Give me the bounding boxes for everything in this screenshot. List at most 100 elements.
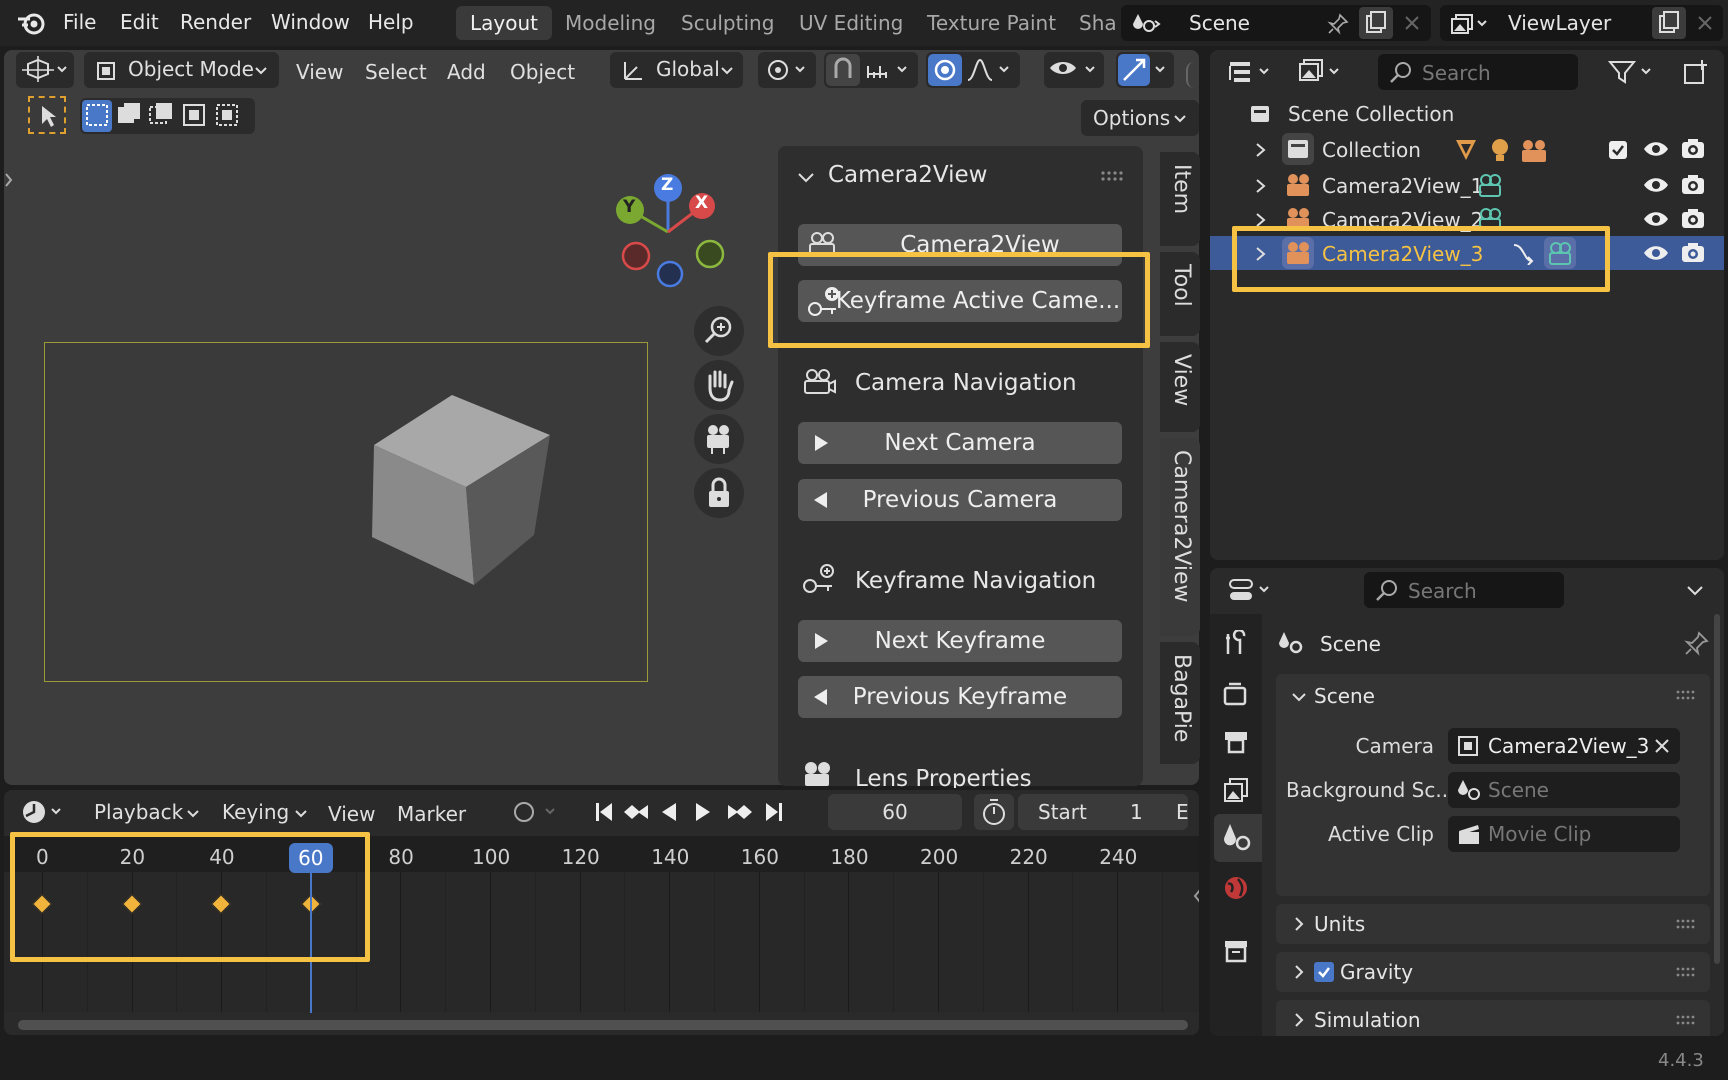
chevron-left-icon[interactable] xyxy=(1192,886,1199,906)
sidebar-tab-tool[interactable]: Tool xyxy=(1160,252,1200,336)
gravity-section[interactable]: Gravity xyxy=(1276,952,1710,992)
new-viewlayer-icon[interactable] xyxy=(1652,7,1686,39)
camera-view-icon[interactable] xyxy=(694,414,744,464)
next-keyframe-button[interactable]: Next Keyframe xyxy=(798,620,1122,662)
properties-editor-type-button[interactable] xyxy=(1220,572,1282,608)
render-tab-icon[interactable] xyxy=(1222,680,1250,708)
drag-handle-icon[interactable] xyxy=(1100,170,1126,182)
tab-shading[interactable]: Sha xyxy=(1065,6,1115,40)
menu-add[interactable]: Add xyxy=(447,60,486,84)
outliner-row-camera[interactable]: Camera2View_1 xyxy=(1210,168,1724,202)
proportional-edit-dropdown[interactable] xyxy=(926,52,1020,88)
next-camera-button[interactable]: Next Camera xyxy=(798,422,1122,464)
collection-tab-icon[interactable] xyxy=(1222,936,1250,964)
chevron-down-icon[interactable] xyxy=(1290,688,1308,706)
close-icon[interactable] xyxy=(1652,736,1672,756)
outliner-search-input[interactable]: Search xyxy=(1378,54,1578,90)
background-scene-field[interactable]: Scene xyxy=(1448,772,1680,808)
menu-view[interactable]: View xyxy=(296,60,343,84)
properties-scrollbar[interactable] xyxy=(1714,614,1720,964)
toolbar-expand-icon[interactable] xyxy=(4,170,14,190)
new-collection-button[interactable] xyxy=(1678,54,1714,90)
eye-icon[interactable] xyxy=(1642,243,1670,263)
properties-editor[interactable]: Search Scene Scene Camera Camera2View_3 … xyxy=(1210,568,1724,1036)
gravity-checkbox[interactable] xyxy=(1314,962,1334,982)
camera-field[interactable]: Camera2View_3 xyxy=(1448,728,1680,764)
scene-selector[interactable]: Scene xyxy=(1121,5,1431,41)
render-camera-icon[interactable] xyxy=(1680,241,1706,265)
menu-file[interactable]: File xyxy=(63,10,96,34)
sidebar-tab-bagapie[interactable]: BagaPie xyxy=(1160,642,1200,764)
lock-icon[interactable] xyxy=(694,468,744,518)
zoom-icon[interactable] xyxy=(694,306,744,356)
outliner-row-collection[interactable]: Collection xyxy=(1210,132,1724,166)
drag-handle-icon[interactable] xyxy=(1676,919,1698,929)
viewlayer-selector[interactable]: ViewLayer xyxy=(1440,5,1723,41)
editor-type-button[interactable] xyxy=(16,52,74,88)
render-camera-icon[interactable] xyxy=(1680,173,1706,197)
checkbox-icon[interactable] xyxy=(1608,140,1628,160)
active-clip-field[interactable]: Movie Clip xyxy=(1448,816,1680,852)
chevron-right-icon[interactable] xyxy=(1254,177,1268,195)
visibility-dropdown[interactable] xyxy=(1044,52,1104,88)
eye-icon[interactable] xyxy=(1642,209,1670,229)
sidebar-tab-view[interactable]: View xyxy=(1160,342,1200,432)
properties-search-input[interactable]: Search xyxy=(1364,572,1564,608)
drag-handle-icon[interactable] xyxy=(1676,967,1698,977)
display-mode-dropdown[interactable] xyxy=(1290,54,1352,90)
world-tab-icon[interactable] xyxy=(1222,874,1250,902)
cube-mesh[interactable] xyxy=(364,395,564,610)
object-mode-dropdown[interactable]: Object Mode xyxy=(84,52,279,88)
pin-icon[interactable] xyxy=(1684,630,1710,656)
timeline-editor[interactable]: Playback Keying View Marker 60 Start 1 E… xyxy=(4,790,1199,1035)
pin-icon[interactable] xyxy=(1327,13,1349,35)
sidebar-tab-camera2view[interactable]: Camera2View xyxy=(1160,438,1200,636)
menu-window[interactable]: Window xyxy=(271,10,350,34)
outliner-editor-type-button[interactable] xyxy=(1220,54,1282,90)
units-section[interactable]: Units xyxy=(1276,904,1710,944)
tab-texture-paint[interactable]: Texture Paint xyxy=(913,6,1070,40)
drag-handle-icon[interactable] xyxy=(1676,690,1698,700)
options-dropdown[interactable]: Options xyxy=(1081,100,1199,136)
menu-render[interactable]: Render xyxy=(180,10,251,34)
pan-hand-icon[interactable] xyxy=(694,360,744,410)
chevron-right-icon[interactable] xyxy=(1254,141,1268,159)
menu-help[interactable]: Help xyxy=(368,10,414,34)
select-tool-icon[interactable] xyxy=(28,96,66,134)
filter-dropdown[interactable] xyxy=(1602,54,1662,90)
scene-tab[interactable] xyxy=(1214,814,1262,862)
output-tab-icon[interactable] xyxy=(1222,728,1250,756)
new-scene-icon[interactable] xyxy=(1359,7,1393,39)
pivot-point-dropdown[interactable] xyxy=(758,52,816,88)
menu-select[interactable]: Select xyxy=(365,60,427,84)
snap-dropdown[interactable] xyxy=(824,52,918,88)
eye-icon[interactable] xyxy=(1642,139,1670,159)
chevron-down-icon[interactable] xyxy=(796,168,816,188)
eye-icon[interactable] xyxy=(1642,175,1670,195)
close-icon[interactable] xyxy=(1694,12,1716,34)
simulation-section[interactable]: Simulation xyxy=(1276,1000,1710,1036)
tool-settings-tab-icon[interactable] xyxy=(1222,630,1250,658)
render-camera-icon[interactable] xyxy=(1680,207,1706,231)
tab-sculpting[interactable]: Sculpting xyxy=(667,6,788,40)
previous-keyframe-button[interactable]: Previous Keyframe xyxy=(798,676,1122,718)
outliner-row-scene-collection[interactable]: Scene Collection xyxy=(1210,96,1724,130)
outliner[interactable]: Search Scene Collection Collection Camer… xyxy=(1210,50,1724,560)
scene-section-title[interactable]: Scene xyxy=(1314,684,1375,708)
view-layer-tab-icon[interactable] xyxy=(1222,776,1250,804)
close-icon[interactable] xyxy=(1401,12,1423,34)
tab-layout[interactable]: Layout xyxy=(456,6,552,40)
properties-options-dropdown[interactable] xyxy=(1674,572,1716,608)
previous-camera-button[interactable]: Previous Camera xyxy=(798,479,1122,521)
sidebar-tab-item[interactable]: Item xyxy=(1160,152,1200,246)
render-camera-icon[interactable] xyxy=(1680,137,1706,161)
gizmo-dropdown[interactable] xyxy=(1116,52,1174,88)
drag-handle-icon[interactable] xyxy=(1676,1015,1698,1025)
blender-logo-icon[interactable] xyxy=(16,10,46,36)
transform-orientation-dropdown[interactable]: Global xyxy=(610,52,743,88)
tab-modeling[interactable]: Modeling xyxy=(551,6,670,40)
menu-object[interactable]: Object xyxy=(510,60,575,84)
timeline-scrollbar[interactable] xyxy=(18,1020,1188,1030)
tab-uv-editing[interactable]: UV Editing xyxy=(785,6,917,40)
panel-title[interactable]: Camera2View xyxy=(828,162,987,188)
